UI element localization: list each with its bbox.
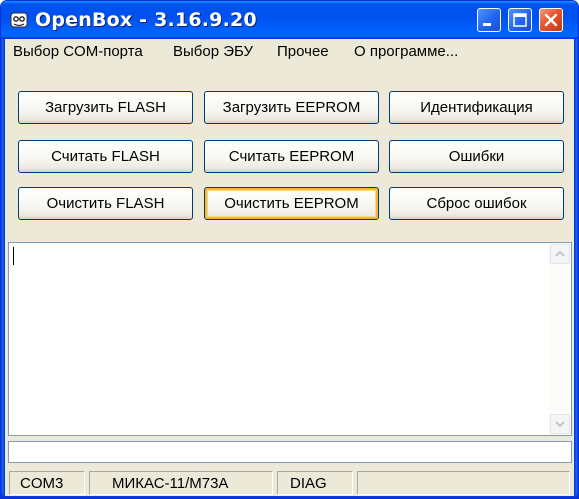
maximize-button[interactable] [508,8,532,32]
title-bar[interactable]: OpenBox - 3.16.9.20 [1,1,578,39]
read-flash-button[interactable]: Считать FLASH [18,140,193,173]
status-com-port: COM3 [9,471,85,495]
status-empty-panel [357,471,570,495]
close-button[interactable] [539,8,563,32]
chevron-down-icon [555,421,565,428]
identification-button[interactable]: Идентификация [389,91,564,124]
errors-button[interactable]: Ошибки [389,140,564,173]
status-ecu: МИКАС-11/М73А [89,471,273,495]
window-title: OpenBox - 3.16.9.20 [35,9,257,31]
log-textarea[interactable] [8,242,572,436]
chevron-up-icon [555,250,565,257]
main-window: OpenBox - 3.16.9.20 Выбор COM-порта Выбо… [0,0,579,499]
clear-eeprom-button[interactable]: Очистить EEPROM [204,187,379,220]
openbox-app-icon [10,12,28,28]
status-bar: COM3 МИКАС-11/М73А DIAG [5,468,574,496]
window-border-right [574,39,578,498]
text-caret [13,247,14,265]
scroll-down-button[interactable] [550,414,570,434]
load-eeprom-button[interactable]: Загрузить EEPROM [204,91,379,124]
load-flash-button[interactable]: Загрузить FLASH [18,91,193,124]
scroll-up-button[interactable] [550,244,570,264]
menu-other[interactable]: Прочее [277,43,329,60]
window-border-left [1,39,5,498]
menu-bar: Выбор COM-порта Выбор ЭБУ Прочее О прогр… [5,39,574,65]
menu-com-port[interactable]: Выбор COM-порта [13,43,143,60]
clear-flash-button[interactable]: Очистить FLASH [18,187,193,220]
command-input[interactable] [8,441,572,463]
menu-about[interactable]: О программе... [354,43,458,60]
read-eeprom-button[interactable]: Считать EEPROM [204,140,379,173]
reset-errors-button[interactable]: Сброс ошибок [389,187,564,220]
close-icon [544,13,558,27]
maximize-icon [513,13,527,27]
status-mode: DIAG [277,471,353,495]
minimize-button[interactable] [477,8,501,32]
menu-ecu-select[interactable]: Выбор ЭБУ [173,43,253,60]
minimize-icon [483,23,491,26]
vertical-scrollbar[interactable] [549,243,571,435]
